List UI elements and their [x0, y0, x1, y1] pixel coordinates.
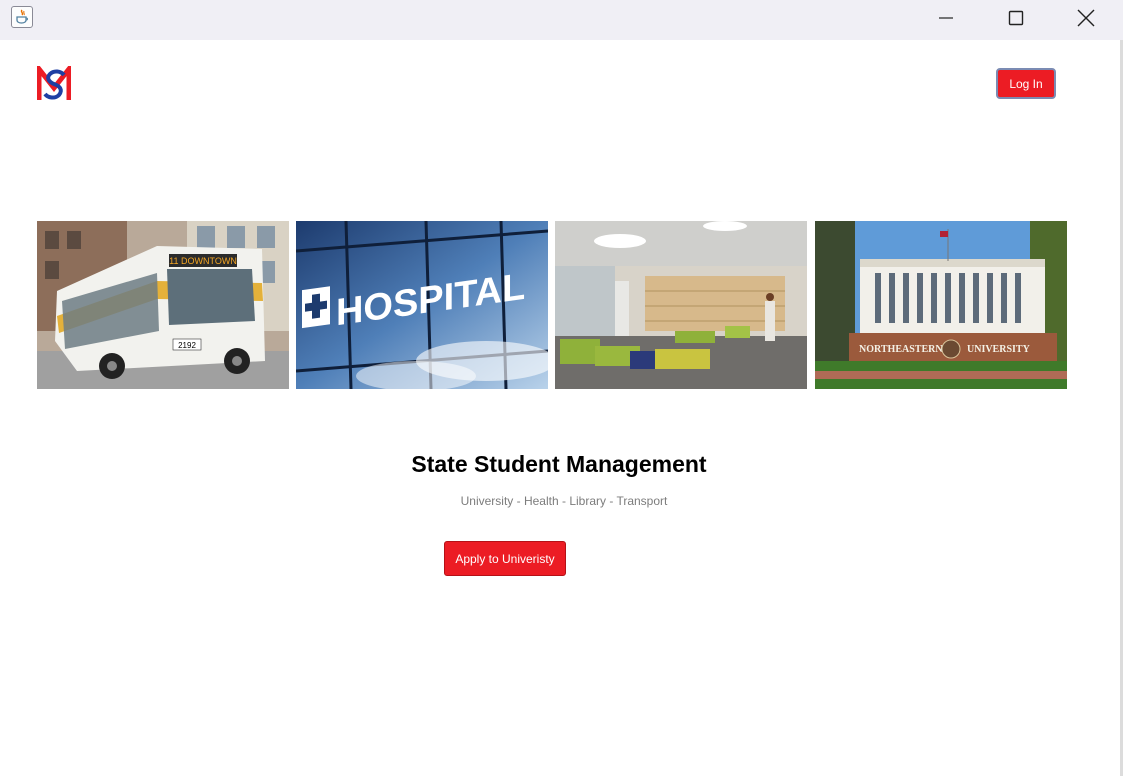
maximize-icon: [1008, 10, 1024, 26]
page-subtitle: University - Health - Library - Transpor…: [460, 494, 668, 508]
app-logo[interactable]: [36, 61, 72, 102]
university-sign-text: NORTHEASTERN: [859, 344, 943, 355]
hospital-photo: HOSPITAL: [296, 221, 548, 389]
university-photo: NORTHEASTERN UNIVERSITY: [815, 221, 1067, 389]
page-title: State Student Management: [411, 451, 707, 477]
window-titlebar: [0, 0, 1123, 40]
minimize-icon: [939, 17, 953, 19]
bus-photo: 11 DOWNTOWN 2192: [37, 221, 289, 389]
bus-plate: 2192: [178, 341, 196, 350]
minimize-button[interactable]: [911, 0, 981, 36]
maximize-button[interactable]: [981, 0, 1051, 36]
library-photo: [555, 221, 807, 389]
university-sign-text-2: UNIVERSITY: [967, 344, 1031, 355]
close-button[interactable]: [1051, 0, 1121, 36]
java-app-icon: [11, 6, 33, 28]
bus-destination-sign: 11 DOWNTOWN: [169, 256, 237, 266]
apply-to-university-button[interactable]: Apply to Univeristy: [444, 541, 566, 576]
close-icon: [1077, 9, 1095, 27]
login-button[interactable]: Log In: [996, 68, 1056, 99]
